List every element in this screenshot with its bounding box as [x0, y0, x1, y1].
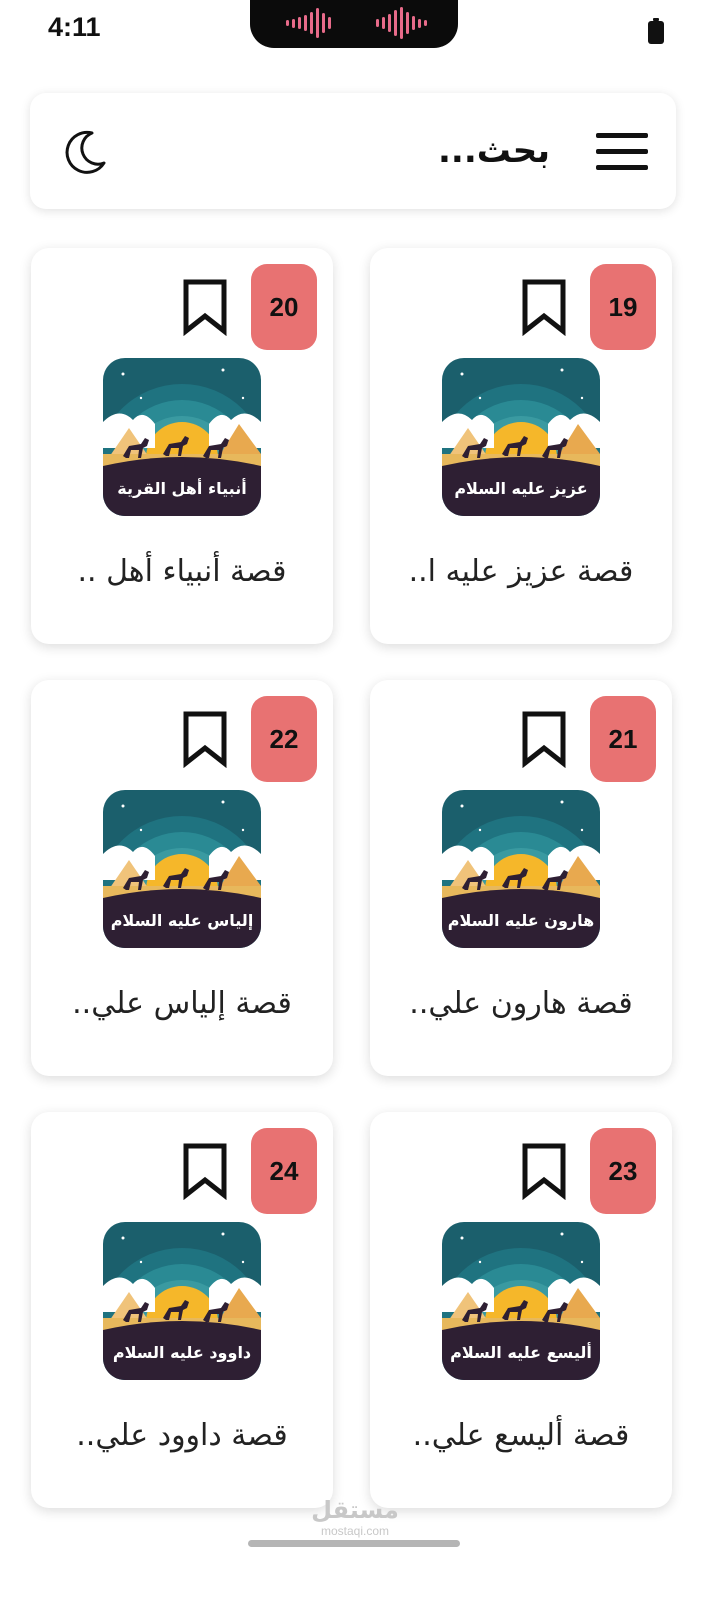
story-thumbnail: أنبياء أهل القرية — [103, 358, 261, 516]
thumbnail-label: هارون عليه السلام — [447, 911, 595, 930]
dynamic-island — [250, 0, 458, 48]
bookmark-icon[interactable] — [520, 710, 568, 768]
bookmark-icon[interactable] — [520, 1142, 568, 1200]
watermark-logo: مستقل mostaqi.com — [311, 1496, 399, 1538]
menu-icon[interactable] — [596, 133, 648, 171]
story-number-badge: 20 — [251, 264, 317, 350]
story-card-19[interactable]: 19 عزيز عليه السلام قصة عزيز عليه ا.. — [370, 248, 672, 644]
story-title: قصة إلياس علي.. — [72, 986, 292, 1021]
story-card-21[interactable]: 21 هارون عليه السلام قصة هارون علي.. — [370, 680, 672, 1076]
story-number-badge: 19 — [590, 264, 656, 350]
story-thumbnail: أليسع عليه السلام — [442, 1222, 600, 1380]
story-card-24[interactable]: 24 داوود عليه السلام قصة داوود علي.. — [31, 1112, 333, 1508]
thumbnail-label: عزيز عليه السلام — [454, 479, 588, 498]
search-input[interactable]: بحث... — [438, 131, 550, 171]
story-number-badge: 21 — [590, 696, 656, 782]
story-card-23[interactable]: 23 أليسع عليه السلام قصة أليسع علي.. — [370, 1112, 672, 1508]
story-thumbnail: عزيز عليه السلام — [442, 358, 600, 516]
story-title: قصة عزيز عليه ا.. — [408, 554, 634, 589]
story-title: قصة أليسع علي.. — [412, 1418, 630, 1453]
battery-icon — [648, 18, 664, 44]
thumbnail-label: داوود عليه السلام — [112, 1343, 252, 1362]
audio-wave-icon — [286, 6, 331, 40]
story-title: قصة أنبياء أهل .. — [77, 554, 287, 589]
bookmark-icon[interactable] — [520, 278, 568, 336]
story-title: قصة داوود علي.. — [76, 1418, 288, 1453]
story-title: قصة هارون علي.. — [409, 986, 633, 1021]
bookmark-icon[interactable] — [181, 710, 229, 768]
thumbnail-label: أليسع عليه السلام — [450, 1343, 592, 1362]
story-card-22[interactable]: 22 إلياس عليه السلام قصة إلياس علي.. — [31, 680, 333, 1076]
home-indicator[interactable] — [248, 1540, 460, 1547]
status-bar: 4:11 — [0, 0, 720, 64]
story-card-20[interactable]: 20 أنبياء أهل القرية قصة أنبياء أهل .. — [31, 248, 333, 644]
clock: 4:11 — [48, 12, 101, 42]
story-thumbnail: هارون عليه السلام — [442, 790, 600, 948]
search-header: بحث... — [30, 93, 676, 209]
story-number-badge: 24 — [251, 1128, 317, 1214]
thumbnail-label: أنبياء أهل القرية — [117, 479, 247, 498]
bookmark-icon[interactable] — [181, 278, 229, 336]
bookmark-icon[interactable] — [181, 1142, 229, 1200]
story-number-badge: 22 — [251, 696, 317, 782]
audio-wave-icon — [376, 6, 427, 40]
story-thumbnail: إلياس عليه السلام — [103, 790, 261, 948]
thumbnail-label: إلياس عليه السلام — [110, 911, 254, 930]
story-number-badge: 23 — [590, 1128, 656, 1214]
moon-icon[interactable] — [62, 129, 108, 175]
story-thumbnail: داوود عليه السلام — [103, 1222, 261, 1380]
